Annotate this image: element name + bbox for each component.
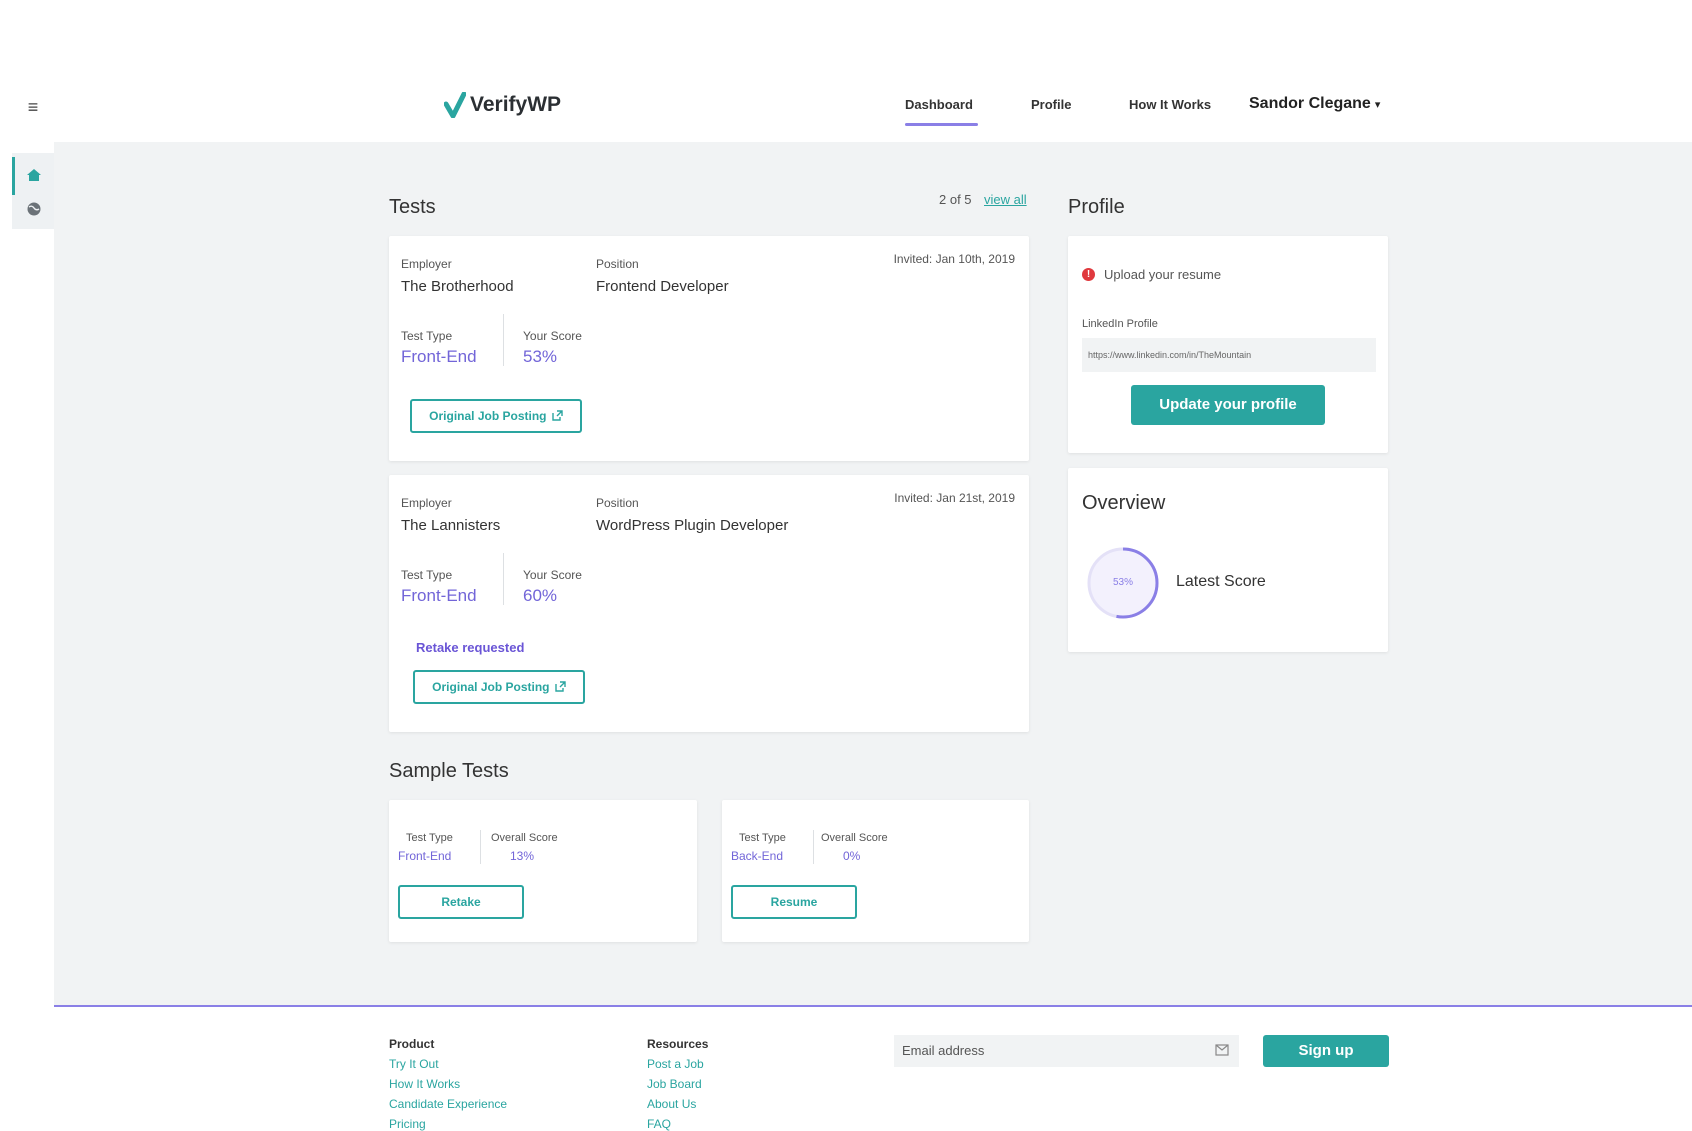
button-label: Original Job Posting xyxy=(432,680,550,694)
retake-requested-status: Retake requested xyxy=(416,640,525,655)
brand-name: VerifyWP xyxy=(470,93,562,116)
test-type-label: Test Type xyxy=(401,329,453,343)
top-header: VerifyWP Dashboard Profile How It Works … xyxy=(54,70,1692,142)
footer-link-faq[interactable]: FAQ xyxy=(647,1117,671,1131)
test-type-label: Test Type xyxy=(739,832,786,844)
overall-score-value: 13% xyxy=(510,849,535,863)
overall-score-label: Overall Score xyxy=(821,832,888,844)
employer-value: The Lannisters xyxy=(401,517,501,534)
brand-logo[interactable]: VerifyWP xyxy=(444,92,561,118)
external-link-icon xyxy=(555,681,566,692)
chevron-down-icon: ▾ xyxy=(1374,99,1381,111)
footer-link-job-board[interactable]: Job Board xyxy=(647,1077,702,1091)
test-type-label: Test Type xyxy=(406,832,453,844)
overview-heading: Overview xyxy=(1082,492,1166,514)
upload-resume-alert[interactable]: Upload your resume xyxy=(1104,267,1221,282)
sample-tests-heading: Sample Tests xyxy=(389,760,509,782)
nav-profile[interactable]: Profile xyxy=(1031,97,1071,112)
nav-how-it-works[interactable]: How It Works xyxy=(1129,97,1211,112)
footer: Product Try It Out How It Works Candidat… xyxy=(54,1007,1692,1131)
sample-test-card: Test Type Back-End Overall Score 0% Resu… xyxy=(722,800,1029,942)
retake-button[interactable]: Retake xyxy=(398,885,524,919)
resume-button[interactable]: Resume xyxy=(731,885,857,919)
test-type-value: Front-End xyxy=(401,586,477,605)
invited-date: Invited: Jan 10th, 2019 xyxy=(893,252,1015,266)
test-type-value: Front-End xyxy=(398,849,452,863)
button-label: Original Job Posting xyxy=(429,409,547,423)
sample-test-card: Test Type Front-End Overall Score 13% Re… xyxy=(389,800,697,942)
original-job-posting-button[interactable]: Original Job Posting xyxy=(410,399,582,433)
footer-resources-heading: Resources xyxy=(647,1037,709,1051)
left-rail xyxy=(12,153,54,229)
latest-score-label: Latest Score xyxy=(1176,573,1266,590)
position-value: Frontend Developer xyxy=(596,278,729,295)
update-profile-button[interactable]: Update your profile xyxy=(1131,385,1325,425)
external-link-icon xyxy=(552,410,563,421)
divider xyxy=(503,314,504,366)
hamburger-icon[interactable]: ≡ xyxy=(25,98,41,116)
linkedin-label: LinkedIn Profile xyxy=(1082,318,1158,330)
email-placeholder: Email address xyxy=(902,1043,985,1058)
position-label: Position xyxy=(596,496,639,510)
alert-icon: ! xyxy=(1082,268,1095,281)
test-type-value: Back-End xyxy=(731,849,784,863)
profile-card: ! Upload your resume LinkedIn Profile Up… xyxy=(1068,236,1388,453)
score-value: 53% xyxy=(523,347,558,366)
test-type-label: Test Type xyxy=(401,568,453,582)
overall-score-label: Overall Score xyxy=(491,832,558,844)
nav-dashboard[interactable]: Dashboard xyxy=(905,97,973,112)
test-card: Employer The Brotherhood Position Fronte… xyxy=(389,236,1029,461)
footer-link-pricing[interactable]: Pricing xyxy=(389,1117,426,1131)
footer-product-heading: Product xyxy=(389,1037,435,1051)
score-label: Your Score xyxy=(523,329,582,343)
profile-heading: Profile xyxy=(1068,196,1125,218)
globe-icon[interactable] xyxy=(26,201,42,217)
position-label: Position xyxy=(596,257,639,271)
overall-score-value: 0% xyxy=(843,849,861,863)
test-type-value: Front-End xyxy=(401,347,477,366)
signup-button[interactable]: Sign up xyxy=(1263,1035,1389,1067)
employer-label: Employer xyxy=(401,257,452,271)
employer-value: The Brotherhood xyxy=(401,278,514,295)
linkedin-field[interactable] xyxy=(1082,338,1376,372)
footer-link-about-us[interactable]: About Us xyxy=(647,1097,696,1111)
position-value: WordPress Plugin Developer xyxy=(596,517,789,534)
score-ring-value: 53% xyxy=(1112,577,1133,588)
employer-label: Employer xyxy=(401,496,452,510)
rail-active-indicator xyxy=(12,157,15,195)
nav-active-underline xyxy=(905,123,978,126)
footer-link-how-it-works[interactable]: How It Works xyxy=(389,1077,460,1091)
email-field[interactable]: Email address xyxy=(894,1035,1239,1067)
user-menu[interactable]: Sandor Clegane ▾ xyxy=(1249,95,1380,113)
invited-date: Invited: Jan 21st, 2019 xyxy=(894,491,1015,505)
test-card: Employer The Lannisters Position WordPre… xyxy=(389,475,1029,732)
email-icon xyxy=(1215,1044,1229,1056)
footer-link-post-a-job[interactable]: Post a Job xyxy=(647,1057,704,1071)
divider xyxy=(480,830,481,864)
score-label: Your Score xyxy=(523,568,582,582)
original-job-posting-button[interactable]: Original Job Posting xyxy=(413,670,585,704)
user-name: Sandor Clegane xyxy=(1249,95,1371,112)
app-root: ≡ VerifyWP Dashboard Profile How It Work… xyxy=(0,0,1692,1131)
main-content: Tests 2 of 5 view all Employer The Broth… xyxy=(54,142,1692,1006)
view-all-link[interactable]: view all xyxy=(984,192,1027,207)
tests-heading: Tests xyxy=(389,196,436,218)
divider xyxy=(813,830,814,864)
tests-counter: 2 of 5 xyxy=(939,192,972,207)
divider xyxy=(503,553,504,605)
home-icon[interactable] xyxy=(26,167,42,183)
checkmark-logo-icon xyxy=(444,92,466,118)
footer-link-try-it-out[interactable]: Try It Out xyxy=(389,1057,439,1071)
overview-card: Overview 53% Latest Score xyxy=(1068,468,1388,652)
footer-link-candidate-experience[interactable]: Candidate Experience xyxy=(389,1097,507,1111)
score-value: 60% xyxy=(523,586,558,605)
